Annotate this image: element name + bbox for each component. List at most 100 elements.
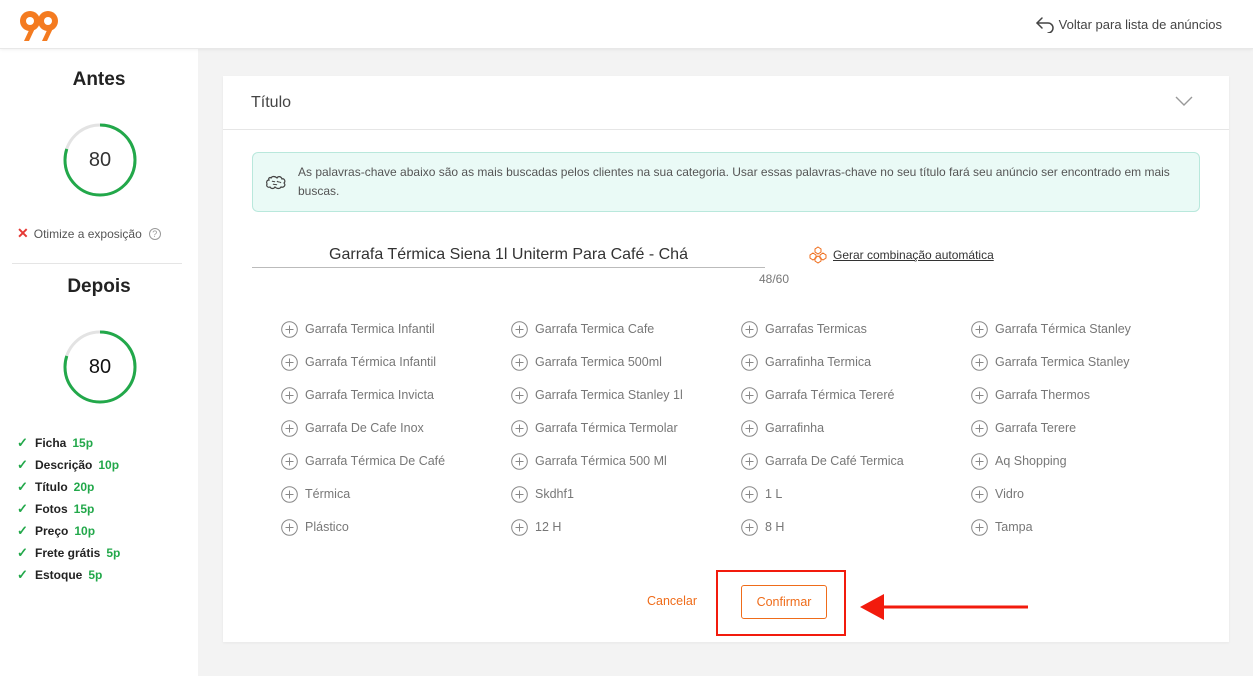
plus-circle-icon <box>741 518 758 536</box>
checklist-item-label: Frete grátis <box>35 546 101 560</box>
checklist-item-points: 20p <box>73 480 95 494</box>
plus-circle-icon <box>281 518 298 536</box>
checklist-item-points: 15p <box>73 502 95 516</box>
keyword-label: Garrafa Terere <box>995 421 1077 435</box>
checkmark-icon: ✓ <box>17 435 28 450</box>
keyword-suggestion[interactable]: Garrafinha Termica <box>741 352 971 372</box>
card-header[interactable]: Título <box>223 76 1229 130</box>
score-checklist: ✓ Ficha 15p ✓ Descrição 10p ✓ Título 20p ✓ Fotos 15… <box>17 432 120 586</box>
keyword-label: Garrafas Termicas <box>765 322 867 336</box>
checklist-item: ✓ Ficha 15p <box>17 432 120 454</box>
99-logo-icon[interactable] <box>19 10 59 42</box>
keyword-suggestion[interactable]: Plástico <box>281 517 511 537</box>
keyword-suggestion[interactable]: Garrafa Termica Cafe <box>511 319 741 339</box>
plus-circle-icon <box>511 518 528 536</box>
checkmark-icon: ✓ <box>17 523 28 538</box>
keyword-label: Garrafa Térmica Termolar <box>535 421 678 435</box>
keyword-suggestion[interactable]: Garrafa Térmica Tereré <box>741 385 971 405</box>
plus-circle-icon <box>741 452 758 470</box>
keyword-label: Garrafa Termica Stanley <box>995 355 1130 369</box>
checklist-item: ✓ Estoque 5p <box>17 564 120 586</box>
keyword-label: Garrafa Térmica De Café <box>305 454 446 468</box>
plus-circle-icon <box>281 386 298 404</box>
plus-circle-icon <box>281 320 298 338</box>
keyword-suggestion[interactable]: Garrafa Térmica De Café <box>281 451 511 471</box>
keyword-suggestion[interactable]: Garrafa Térmica 500 Ml <box>511 451 741 471</box>
keyword-suggestion[interactable]: Garrafa De Cafe Inox <box>281 418 511 438</box>
hexagon-cluster-icon <box>809 246 827 264</box>
before-score-ring: 80 <box>63 123 137 197</box>
top-bar: Voltar para lista de anúncios <box>0 0 1253 49</box>
keyword-suggestion[interactable]: Garrafa Térmica Stanley <box>971 319 1201 339</box>
plus-circle-icon <box>281 419 298 437</box>
checklist-item-points: 5p <box>88 568 103 582</box>
sidebar-divider <box>12 263 182 264</box>
keyword-suggestions-grid: Garrafa Termica Infantil Garrafa Termica … <box>281 319 1201 550</box>
plus-circle-icon <box>741 419 758 437</box>
plus-circle-icon <box>741 353 758 371</box>
plus-circle-icon <box>511 386 528 404</box>
card-title: Título <box>251 94 292 111</box>
keyword-suggestion[interactable]: Garrafa Thermos <box>971 385 1201 405</box>
keyword-suggestion[interactable]: Garrafa Terere <box>971 418 1201 438</box>
back-to-listings-link[interactable]: Voltar para lista de anúncios <box>1035 15 1222 33</box>
plus-circle-icon <box>971 518 988 536</box>
keyword-suggestion[interactable]: Garrafa De Café Termica <box>741 451 971 471</box>
keyword-suggestion[interactable]: Vidro <box>971 484 1201 504</box>
plus-circle-icon <box>741 485 758 503</box>
keyword-label: 12 H <box>535 520 562 534</box>
auto-generate-label: Gerar combinação automática <box>833 248 994 262</box>
keyword-suggestion[interactable]: Garrafas Termicas <box>741 319 971 339</box>
keyword-suggestion[interactable]: Garrafa Termica Invicta <box>281 385 511 405</box>
confirm-button[interactable]: Confirmar <box>741 585 827 619</box>
keyword-suggestion[interactable]: Térmica <box>281 484 511 504</box>
checklist-item-points: 15p <box>72 436 94 450</box>
keyword-suggestion[interactable]: Aq Shopping <box>971 451 1201 471</box>
plus-circle-icon <box>511 419 528 437</box>
cancel-button[interactable]: Cancelar <box>647 594 697 608</box>
plus-circle-icon <box>511 353 528 371</box>
checklist-item-points: 10p <box>74 524 96 538</box>
keyword-suggestion[interactable]: Garrafa Termica Infantil <box>281 319 511 339</box>
keyword-suggestion[interactable]: Garrafa Termica Stanley <box>971 352 1201 372</box>
plus-circle-icon <box>741 320 758 338</box>
checklist-item-points: 5p <box>106 546 121 560</box>
help-circle-icon[interactable]: ? <box>148 227 161 240</box>
keyword-suggestion[interactable]: Garrafa Térmica Termolar <box>511 418 741 438</box>
keyword-suggestion[interactable]: 1 L <box>741 484 971 504</box>
keyword-label: Garrafa Termica Infantil <box>305 322 435 336</box>
keyword-suggestion[interactable]: Tampa <box>971 517 1201 537</box>
keywords-info-box: As palavras-chave abaixo são as mais bus… <box>252 152 1200 212</box>
keyword-suggestion[interactable]: Garrafa Termica Stanley 1l <box>511 385 741 405</box>
checklist-item: ✓ Descrição 10p <box>17 454 120 476</box>
brain-icon <box>266 175 286 190</box>
keyword-label: Garrafinha <box>765 421 825 435</box>
keyword-suggestion[interactable]: Skdhf1 <box>511 484 741 504</box>
optimize-label: Otimize a exposição <box>33 226 142 241</box>
plus-circle-icon <box>511 320 528 338</box>
checklist-item-label: Título <box>35 480 68 494</box>
keyword-label: Garrafa Termica 500ml <box>535 355 662 369</box>
plus-circle-icon <box>281 353 298 371</box>
keyword-label: Vidro <box>995 487 1024 501</box>
before-score-value: 80 <box>88 148 112 171</box>
plus-circle-icon <box>971 353 988 371</box>
plus-circle-icon <box>511 485 528 503</box>
auto-generate-link[interactable]: Gerar combinação automática <box>809 246 994 264</box>
checklist-item-label: Fotos <box>35 502 68 516</box>
keyword-suggestion[interactable]: Garrafa Termica 500ml <box>511 352 741 372</box>
keyword-suggestion[interactable]: Garrafa Térmica Infantil <box>281 352 511 372</box>
keyword-suggestion[interactable]: 12 H <box>511 517 741 537</box>
x-icon: ✕ <box>17 225 29 241</box>
checklist-item: ✓ Preço 10p <box>17 520 120 542</box>
keyword-suggestion[interactable]: Garrafinha <box>741 418 971 438</box>
chevron-down-icon[interactable] <box>1175 94 1193 108</box>
after-score-value: 80 <box>88 355 112 378</box>
title-input[interactable] <box>252 242 765 268</box>
keywords-info-text: As palavras-chave abaixo são as mais bus… <box>298 165 1170 198</box>
checklist-item-label: Preço <box>35 524 69 538</box>
plus-circle-icon <box>971 320 988 338</box>
title-editor-card: Título As palavras-chave abaixo são as m… <box>223 76 1229 642</box>
keyword-suggestion[interactable]: 8 H <box>741 517 971 537</box>
checklist-item-label: Ficha <box>35 436 67 450</box>
